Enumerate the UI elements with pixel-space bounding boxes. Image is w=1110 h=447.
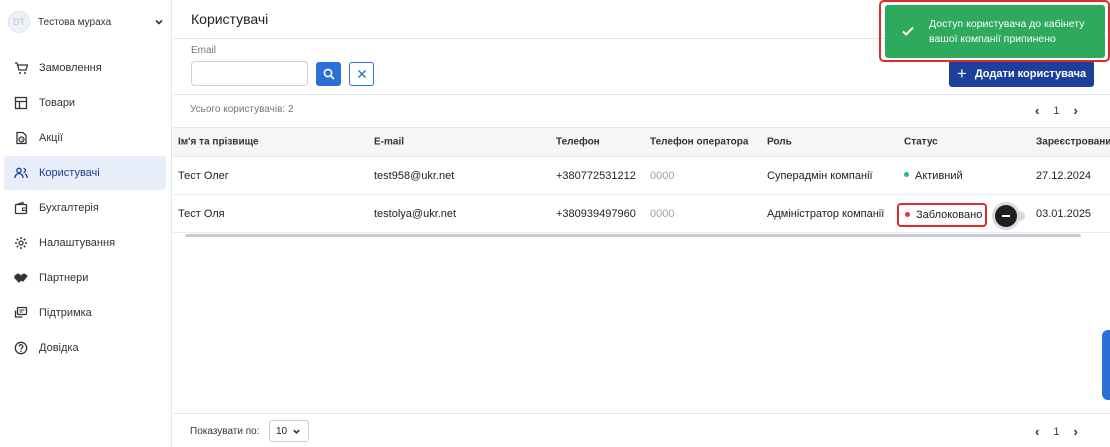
company-name: Тестова мураха [38, 16, 112, 28]
toast-message: Доступ користувача до кабінету вашої ком… [929, 17, 1085, 45]
table-header: Ім'я та прізвище E-mail Телефон Телефон … [173, 127, 1110, 157]
per-page-select[interactable]: 10 [269, 420, 309, 442]
user-name: Тест Оля [178, 207, 225, 220]
user-email: testolya@ukr.net [374, 207, 457, 220]
per-page-label: Показувати по: [190, 426, 260, 437]
total-users-count: Усього користувачів: 2 [190, 104, 294, 115]
user-role: Суперадмін компанії [767, 169, 873, 182]
registered-date: 27.12.2024 [1036, 169, 1092, 182]
user-phone: +380772531212 [556, 169, 636, 182]
page-title: Користувачі [191, 11, 269, 27]
horizontal-scrollbar[interactable] [185, 234, 1081, 237]
divider [173, 94, 1110, 95]
pagination-top: ‹ 1 › [1035, 103, 1078, 118]
discount-icon: % [14, 131, 28, 145]
success-toast[interactable]: Доступ користувача до кабінету вашої ком… [885, 5, 1105, 58]
sidebar-item-label: Замовлення [39, 62, 102, 74]
status-badge: Заблоковано [897, 203, 987, 227]
sidebar: DT Тестова мураха Замовлення Товари % Ак… [0, 0, 172, 447]
table-row[interactable]: Тест Олег test958@ukr.net +380772531212 … [173, 157, 1110, 195]
help-icon [14, 341, 28, 355]
chat-icon [14, 306, 28, 320]
sidebar-item-orders[interactable]: Замовлення [4, 51, 166, 85]
status-badge: Активний [904, 170, 963, 182]
sidebar-item-label: Партнери [39, 272, 89, 284]
toast-highlight: Доступ користувача до кабінету вашої ком… [879, 0, 1110, 62]
add-user-button[interactable]: + Додати користувача [949, 60, 1094, 87]
chevron-down-icon [293, 429, 300, 434]
column-header[interactable]: Телефон [556, 137, 600, 148]
sidebar-item-label: Бухгалтерія [39, 202, 99, 214]
registered-date: 03.01.2025 [1036, 207, 1092, 220]
sidebar-item-label: Довідка [39, 342, 79, 354]
block-toggle[interactable] [995, 205, 1017, 227]
column-header[interactable]: Статус [904, 137, 938, 148]
svg-text:%: % [20, 137, 24, 142]
sidebar-item-support[interactable]: Підтримка [4, 296, 166, 330]
plus-icon: + [956, 64, 967, 83]
sidebar-item-promotions[interactable]: % Акції [4, 121, 166, 155]
user-role: Адміністратор компанії [767, 207, 885, 220]
search-icon [323, 68, 335, 80]
per-page-value: 10 [276, 425, 288, 437]
status-dot [904, 172, 909, 178]
current-page[interactable]: 1 [1053, 426, 1059, 438]
sidebar-item-label: Користувачі [39, 167, 100, 179]
sidebar-item-label: Налаштування [39, 237, 116, 249]
sidebar-item-partners[interactable]: Партнери [4, 261, 166, 295]
wallet-icon [14, 201, 28, 215]
user-phone: +380939497960 [556, 207, 636, 220]
sidebar-nav: Замовлення Товари % Акції Користувачі Бу… [4, 51, 166, 366]
avatar: DT [8, 11, 30, 33]
add-user-label: Додати користувача [974, 67, 1087, 80]
checkmark-icon [902, 26, 914, 36]
status-dot [905, 211, 910, 217]
search-button[interactable] [316, 62, 341, 86]
operator-phone: 0000 [650, 207, 675, 220]
column-header[interactable]: Роль [767, 137, 792, 148]
column-header[interactable]: Зареєстрований [1036, 137, 1110, 148]
gear-icon [14, 236, 28, 250]
operator-phone: 0000 [650, 169, 675, 182]
products-icon [14, 96, 28, 110]
prev-page-button[interactable]: ‹ [1035, 424, 1039, 439]
prev-page-button[interactable]: ‹ [1035, 103, 1039, 118]
column-header[interactable]: E-mail [374, 137, 404, 148]
status-label: Заблоковано [916, 209, 983, 221]
sidebar-item-products[interactable]: Товари [4, 86, 166, 120]
close-icon [357, 70, 366, 78]
user-email: test958@ukr.net [374, 169, 455, 182]
next-page-button[interactable]: › [1073, 424, 1077, 439]
handshake-icon [14, 271, 28, 285]
sidebar-item-label: Акції [39, 132, 63, 144]
status-label: Активний [915, 169, 963, 182]
side-widget-button[interactable] [1102, 330, 1110, 400]
table-row[interactable]: Тест Оля testolya@ukr.net +380939497960 … [173, 195, 1110, 233]
divider [173, 413, 1110, 414]
sidebar-item-settings[interactable]: Налаштування [4, 226, 166, 260]
sidebar-item-users[interactable]: Користувачі [4, 156, 166, 190]
company-selector[interactable]: DT Тестова мураха [8, 10, 164, 34]
email-field[interactable] [191, 61, 308, 86]
clear-filter-button[interactable] [349, 62, 374, 86]
pagination-bottom: ‹ 1 › [1035, 424, 1078, 439]
sidebar-item-label: Підтримка [39, 307, 92, 319]
next-page-button[interactable]: › [1073, 103, 1077, 118]
current-page[interactable]: 1 [1053, 105, 1059, 117]
chevron-down-icon [155, 19, 163, 25]
user-name: Тест Олег [178, 169, 229, 182]
sidebar-item-accounting[interactable]: Бухгалтерія [4, 191, 166, 225]
sidebar-item-help[interactable]: Довідка [4, 331, 166, 365]
users-icon [14, 166, 28, 180]
sidebar-item-label: Товари [39, 97, 76, 109]
main-content: Користувачі Email + Додати користувача У… [173, 0, 1110, 447]
cart-icon [14, 61, 28, 75]
column-header[interactable]: Ім'я та прізвище [178, 137, 259, 148]
column-header[interactable]: Телефон оператора [650, 137, 748, 148]
email-label: Email [191, 45, 217, 56]
